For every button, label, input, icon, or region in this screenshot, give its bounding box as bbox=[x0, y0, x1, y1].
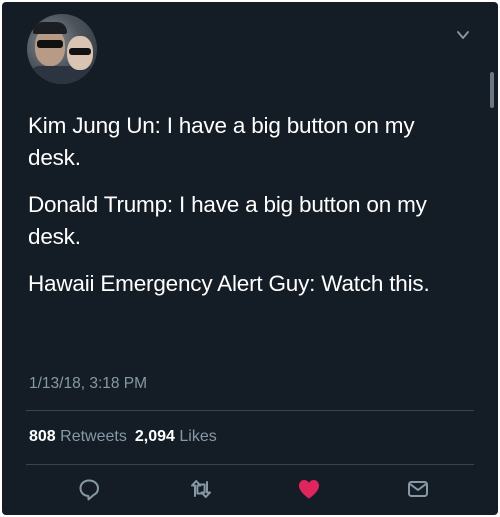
engagement-stats: 808 Retweets 2,094 Likes bbox=[29, 428, 217, 446]
tweet-text: Kim Jung Un: I have a big button on my d… bbox=[28, 110, 468, 315]
retweet-button[interactable] bbox=[188, 476, 214, 502]
tweet-line: Donald Trump: I have a big button on my … bbox=[28, 192, 427, 249]
likes-stat[interactable]: 2,094 Likes bbox=[135, 428, 217, 445]
retweets-count: 808 bbox=[29, 428, 56, 445]
divider bbox=[26, 410, 474, 411]
tweet-line: Hawaii Emergency Alert Guy: Watch this. bbox=[28, 271, 430, 296]
chevron-down-icon[interactable] bbox=[456, 28, 470, 42]
reply-icon bbox=[76, 476, 102, 502]
avatar-sunglasses-right bbox=[69, 48, 91, 55]
message-button[interactable] bbox=[405, 476, 431, 502]
avatar-cap bbox=[33, 22, 67, 34]
retweet-icon bbox=[188, 476, 214, 502]
scrollbar[interactable] bbox=[490, 72, 494, 108]
tweet-timestamp[interactable]: 1/13/18, 3:18 PM bbox=[29, 375, 147, 393]
avatar-sunglasses-left bbox=[37, 40, 63, 48]
heart-icon bbox=[296, 476, 322, 502]
divider bbox=[26, 464, 474, 465]
likes-label: Likes bbox=[179, 428, 217, 445]
reply-button[interactable] bbox=[76, 476, 102, 502]
tweet-line: Kim Jung Un: I have a big button on my d… bbox=[28, 113, 415, 170]
envelope-icon bbox=[405, 476, 431, 502]
like-button[interactable] bbox=[296, 476, 322, 502]
likes-count: 2,094 bbox=[134, 428, 175, 445]
retweets-label: Retweets bbox=[60, 428, 127, 445]
tweet-card: Kim Jung Un: I have a big button on my d… bbox=[2, 2, 498, 515]
avatar[interactable] bbox=[27, 14, 97, 84]
retweets-stat[interactable]: 808 Retweets bbox=[29, 428, 127, 445]
